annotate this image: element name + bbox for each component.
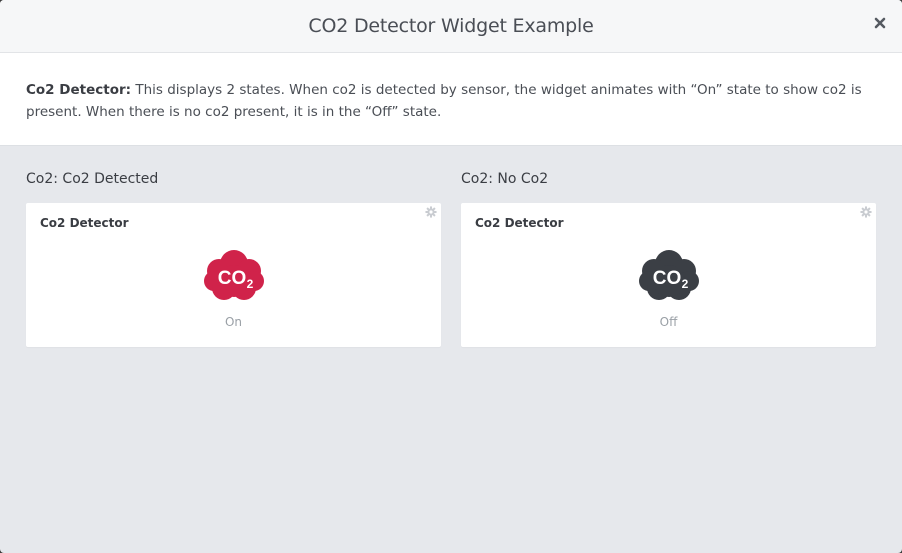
example-heading: Co2: No Co2 (461, 171, 549, 187)
example-on: Co2: Co2 Detected Co2 Detector CO 2 On (26, 146, 441, 347)
svg-text:2: 2 (247, 277, 254, 291)
svg-text:2: 2 (682, 277, 689, 291)
description-panel: Co2 Detector: This displays 2 states. Wh… (0, 53, 902, 146)
svg-text:CO: CO (653, 268, 682, 289)
widget-card[interactable]: Co2 Detector (461, 203, 876, 347)
modal-header: CO2 Detector Widget Example (0, 0, 902, 53)
gear-icon[interactable] (860, 206, 872, 218)
gear-icon[interactable] (425, 206, 437, 218)
co2-cloud-icon: CO 2 (204, 250, 264, 300)
widget-card[interactable]: Co2 Detector (26, 203, 441, 347)
svg-text:CO: CO (218, 268, 247, 289)
example-heading: Co2: Co2 Detected (26, 171, 159, 187)
modal-title: CO2 Detector Widget Example (308, 15, 594, 37)
example-off: Co2: No Co2 Co2 Detector CO 2 Off (461, 146, 876, 347)
description-label: Co2 Detector: (26, 82, 132, 98)
description-text: This displays 2 states. When co2 is dete… (26, 82, 862, 120)
co2-cloud-icon: CO 2 (639, 250, 699, 300)
modal-dialog: CO2 Detector Widget Example Co2 Detector… (0, 0, 902, 553)
state-label: On (224, 315, 243, 329)
close-icon[interactable] (874, 17, 886, 29)
widget-title: Co2 Detector (475, 216, 564, 230)
state-label: Off (659, 315, 678, 329)
widget-title: Co2 Detector (40, 216, 129, 230)
examples-area: Co2: Co2 Detected Co2 Detector CO 2 On C… (0, 146, 902, 552)
